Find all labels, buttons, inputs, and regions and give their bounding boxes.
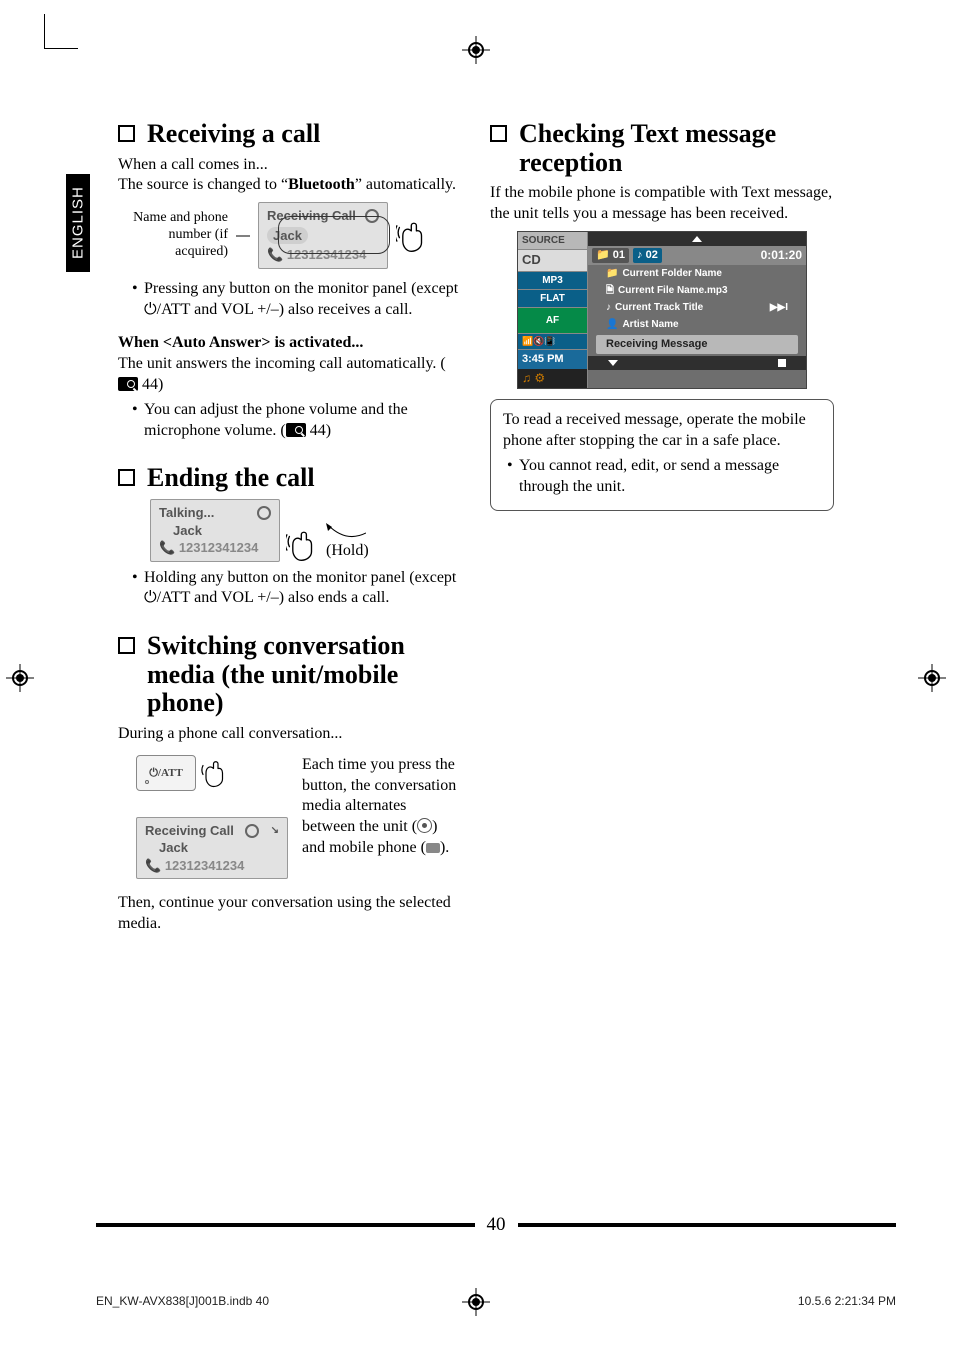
footer-left: EN_KW-AVX838[J]001B.indb 40 [96,1294,269,1308]
mobile-phone-icon [426,843,440,853]
heading-checking: Checking Text message reception [490,120,834,177]
screen-number: 12312341234 [165,858,245,873]
arrow-out-icon: ↘ [271,824,279,838]
switching-intro: During a phone call conversation... [118,724,462,745]
screen-title: Receiving Call [145,822,234,840]
ending-figure: Talking... Jack 📞 12312341234 (Hold) [150,499,462,562]
heading-receiving-text: Receiving a call [147,120,320,149]
section-bullet-icon [118,637,135,654]
footer-meta: EN_KW-AVX838[J]001B.indb 40 10.5.6 2:21:… [96,1294,896,1308]
section-bullet-icon [490,125,507,142]
right-column: Checking Text message reception If the m… [490,120,834,935]
callout-label-1: Name and phone [118,210,228,227]
att-button[interactable]: ⏻/ATT [136,755,196,791]
screen-title: Talking... [159,504,214,522]
receiving-line1: When a call comes in... [118,155,462,176]
receiving-line2: The source is changed to “Bluetooth” aut… [118,175,462,196]
call-status-icon [365,209,379,223]
talking-screen: Talking... Jack 📞 12312341234 [150,499,280,562]
switching-description: Each time you press the button, the conv… [302,755,457,859]
artist-icon: 👤 [606,318,618,331]
page-number: 40 [475,1214,518,1236]
track-num: 02 [646,249,658,261]
hold-gesture-icon [286,528,320,562]
auto-answer-heading: When <Auto Answer> is activated... [118,333,462,354]
ending-bullet: Holding any button on the monitor panel … [132,568,462,610]
unit-icon [417,818,432,833]
artist-name: Artist Name [622,318,678,331]
call-status-icon [245,824,259,838]
heading-switching-text: Switching conversation media (the unit/m… [147,632,462,718]
section-bullet-icon [118,469,135,486]
bottom-icons: ♫ ⚙ [518,369,587,389]
file-icon: 🗎 [606,284,614,297]
reference-icon [118,377,138,391]
status-icons-row: 📶🔇📳 [518,334,587,351]
receiving-figure: Name and phone number (if acquired) Rece… [118,202,462,269]
footer-right: 10.5.6 2:21:34 PM [798,1294,896,1308]
prev-icon: I◀◀ [132,248,152,262]
body-receiving: When a call comes in... The source is ch… [118,155,462,442]
heading-ending-text: Ending the call [147,464,315,493]
screen-title: Receiving Call [267,207,356,225]
switching-then: Then, continue your conversation using t… [118,893,462,935]
receiving-message-banner: Receiving Message [596,335,798,353]
up-arrow-icon [692,236,702,242]
heading-ending: Ending the call [118,464,462,493]
heading-switching: Switching conversation media (the unit/m… [118,632,462,718]
screen-name: Jack [145,839,279,857]
flat-label: FLAT [518,290,587,308]
down-arrow-icon [608,360,618,366]
track-title: Current Track Title [615,301,703,314]
screen-name: Jack [159,522,271,540]
receiving-call-screen: Receiving Call Jack 📞 12312341234 [258,202,388,269]
play-pause-icon: ▶/II [850,2,864,14]
receiving-bullet: Pressing any button on the monitor panel… [132,279,462,321]
checking-intro: If the mobile phone is compatible with T… [490,183,834,225]
screen-number: 12312341234 [179,540,259,555]
heading-checking-text: Checking Text message reception [519,120,834,177]
screen-number: 12312341234 [287,247,367,262]
file-name: Current File Name.mp3 [618,284,727,297]
tap-gesture-icon [396,219,430,253]
auto-answer-line: The unit answers the incoming call autom… [118,354,462,396]
source-label: SOURCE [518,232,587,250]
device-screen: SOURCE CD MP3 FLAT AF 📶🔇📳 3:45 PM ♫ ⚙ ▶/… [517,231,807,389]
folder-name: Current Folder Name [622,267,721,280]
call-status-icon [257,506,271,520]
left-column: Receiving a call When a call comes in...… [118,120,462,935]
folder-num: 01 [613,249,625,261]
hold-label: (Hold) [326,542,369,559]
clock-time: 3:45 PM [522,353,564,365]
stop-icon [778,359,786,367]
next-icon: ▶▶I [770,301,788,314]
switching-screen: Receiving Call↘ Jack 📞 12312341234 [136,817,288,880]
note-bullet: You cannot read, edit, or send a message… [507,456,821,498]
cd-label: CD [518,250,587,272]
power-icon: ⏻ [144,301,157,318]
play-time: 0:01:20 [761,248,802,264]
mp3-label: MP3 [518,272,587,290]
note-icon: ♪ [606,301,611,314]
screen-name: Jack [267,227,308,245]
auto-answer-bullet: You can adjust the phone volume and the … [132,400,462,442]
af-label: AF [518,308,587,334]
note-line1: To read a received message, operate the … [503,410,821,452]
footer-separator: 40 [96,1214,896,1236]
folder-icon: 📁 [606,267,618,280]
press-gesture-icon [200,758,230,788]
heading-receiving: Receiving a call [118,120,462,149]
note-box: To read a received message, operate the … [490,399,834,511]
reference-icon [286,423,306,437]
power-icon: ⏻ [144,589,157,606]
section-bullet-icon [118,125,135,142]
